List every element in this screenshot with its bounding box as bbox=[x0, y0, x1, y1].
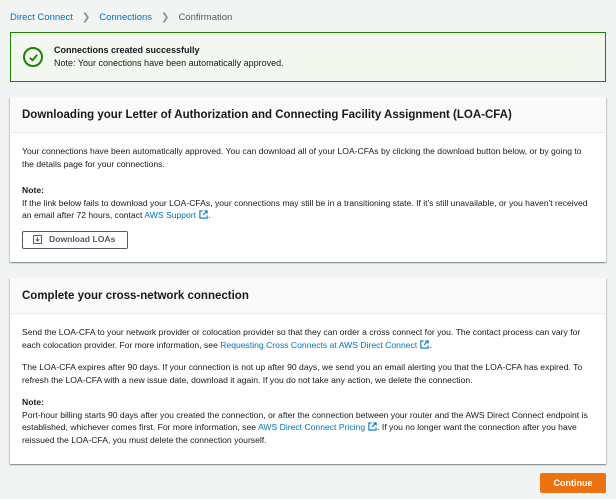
loa-card-title: Downloading your Letter of Authorization… bbox=[10, 97, 606, 133]
external-link-icon bbox=[420, 339, 429, 349]
loa-note-text: If the link below fails to download your… bbox=[22, 197, 588, 221]
success-flash: Connections created successfully Note: Y… bbox=[10, 32, 606, 82]
cross-note-label: Note: bbox=[22, 397, 44, 407]
flash-title: Connections created successfully bbox=[54, 45, 200, 55]
chevron-right-icon: ❯ bbox=[81, 11, 91, 23]
external-link-icon bbox=[199, 210, 208, 219]
direct-connect-pricing-link[interactable]: AWS Direct Connect Pricing bbox=[258, 422, 377, 432]
breadcrumb-current: Confirmation bbox=[178, 11, 233, 23]
breadcrumb-connections[interactable]: Connections bbox=[99, 12, 152, 23]
loa-intro: Your connections have been automatically… bbox=[22, 146, 582, 169]
continue-button[interactable]: Continue bbox=[540, 473, 606, 493]
cross-p2-text: The LOA-CFA expires after 90 days. If yo… bbox=[22, 362, 583, 385]
cross-card-title: Complete your cross-network connection bbox=[10, 278, 606, 314]
breadcrumb: Direct Connect ❯ Connections ❯ Confirmat… bbox=[10, 10, 232, 24]
loa-note-label: Note: bbox=[22, 185, 44, 195]
external-link-icon bbox=[368, 422, 377, 431]
download-loas-button[interactable]: Download LOAs bbox=[22, 230, 129, 249]
requesting-cross-connects-link[interactable]: Requesting Cross Connects at AWS Direct … bbox=[220, 340, 429, 350]
chevron-right-icon: ❯ bbox=[161, 11, 170, 23]
loa-card: Downloading your Letter of Authorization… bbox=[10, 97, 606, 262]
breadcrumb-direct-connect[interactable]: Direct Connect bbox=[10, 12, 73, 23]
aws-support-link[interactable]: AWS Support bbox=[144, 210, 208, 220]
flash-text: Note: Your conections have been automati… bbox=[54, 58, 284, 68]
download-icon bbox=[33, 235, 42, 244]
check-circle-icon bbox=[23, 47, 43, 67]
cross-network-card: Complete your cross-network connection S… bbox=[10, 278, 606, 464]
